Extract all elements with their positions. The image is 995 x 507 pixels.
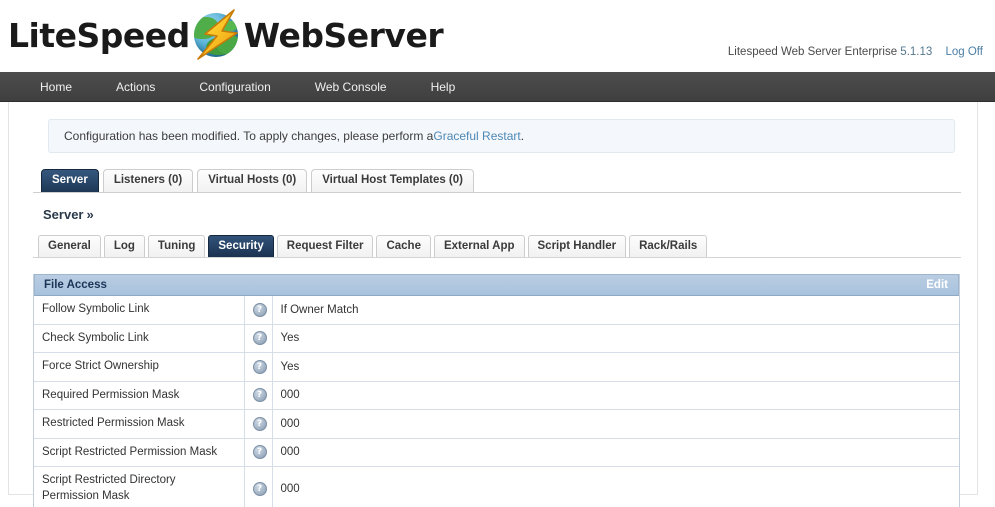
- table-row: Script Restricted Directory Permission M…: [34, 466, 959, 507]
- page-header: LiteSpeed WebServer Litespeed Web Server…: [0, 0, 995, 72]
- help-icon[interactable]: ?: [252, 302, 267, 317]
- table-row: Check Symbolic Link ? Yes: [34, 324, 959, 353]
- row-label: Restricted Permission Mask: [34, 409, 245, 439]
- file-access-section: File Access Edit Follow Symbolic Link ? …: [33, 274, 960, 507]
- row-value: 000: [280, 389, 300, 402]
- table-body: Follow Symbolic Link ? If Owner Match Ch…: [34, 296, 959, 507]
- row-help-cell: ?: [244, 381, 273, 410]
- tab-virtual-hosts[interactable]: Virtual Hosts (0): [197, 169, 308, 192]
- help-icon[interactable]: ?: [252, 331, 267, 346]
- primary-tab-bar: Server Listeners (0) Virtual Hosts (0) V…: [33, 169, 961, 193]
- product-version-bar: Litespeed Web Server Enterprise 5.1.13 L…: [728, 46, 983, 58]
- product-name: Litespeed Web Server Enterprise: [727, 46, 898, 58]
- breadcrumb-label: Server: [43, 207, 84, 222]
- row-value: 000: [280, 446, 300, 459]
- help-icon[interactable]: ?: [252, 388, 267, 403]
- config-modified-notice: Configuration has been modified. To appl…: [48, 119, 955, 153]
- edit-link[interactable]: Edit: [926, 279, 948, 291]
- subtab-security[interactable]: Security: [208, 235, 274, 257]
- table-row: Required Permission Mask ? 000: [34, 381, 959, 410]
- table-row: Force Strict Ownership ? Yes: [34, 352, 959, 382]
- file-access-table: Follow Symbolic Link ? If Owner Match Ch…: [34, 296, 959, 507]
- row-label: Follow Symbolic Link: [34, 296, 245, 325]
- help-icon[interactable]: ?: [252, 481, 267, 496]
- breadcrumb: Server»: [43, 207, 961, 222]
- subtab-rack-rails[interactable]: Rack/Rails: [629, 235, 708, 257]
- log-off-link[interactable]: Log Off: [945, 46, 983, 58]
- row-label: Required Permission Mask: [34, 381, 245, 410]
- subtab-log[interactable]: Log: [103, 235, 145, 257]
- graceful-restart-link[interactable]: Graceful Restart: [433, 129, 520, 143]
- row-help-cell: ?: [244, 352, 273, 382]
- nav-item-home[interactable]: Home: [18, 72, 94, 102]
- row-help-cell: ?: [244, 409, 273, 439]
- row-label: Script Restricted Directory Permission M…: [34, 466, 245, 507]
- row-help-cell: ?: [244, 438, 273, 467]
- row-help-cell: ?: [244, 296, 273, 325]
- litespeed-globe-bolt-logo: [186, 7, 248, 63]
- content-panel: Configuration has been modified. To appl…: [8, 102, 978, 507]
- subtab-external-app[interactable]: External App: [433, 235, 525, 257]
- sub-tab-bar: General Log Tuning Security Request Filt…: [33, 235, 961, 258]
- row-value: If Owner Match: [280, 303, 359, 316]
- row-label: Script Restricted Permission Mask: [34, 438, 245, 467]
- row-value: 000: [280, 482, 300, 495]
- logo-text-left: LiteSpeed: [8, 15, 190, 55]
- tab-virtual-host-templates[interactable]: Virtual Host Templates (0): [311, 169, 474, 192]
- row-value: Yes: [280, 332, 300, 345]
- subtab-general[interactable]: General: [38, 235, 101, 257]
- subtab-tuning[interactable]: Tuning: [147, 235, 206, 257]
- row-value: 000: [280, 417, 300, 430]
- notice-text-after: .: [520, 129, 525, 143]
- table-row: Script Restricted Permission Mask ? 000: [34, 438, 959, 467]
- logo-text-right: WebServer: [243, 15, 444, 55]
- chevron-right-icon: »: [86, 207, 94, 222]
- notice-text-before: Configuration has been modified. To appl…: [64, 129, 434, 143]
- lightning-bolt-icon: [196, 9, 238, 60]
- row-label: Force Strict Ownership: [34, 352, 245, 382]
- nav-item-help[interactable]: Help: [409, 72, 478, 102]
- row-value: Yes: [280, 360, 300, 373]
- version-number: 5.1.13: [900, 46, 933, 58]
- tab-listeners[interactable]: Listeners (0): [102, 169, 194, 192]
- help-icon[interactable]: ?: [252, 445, 267, 460]
- tab-server[interactable]: Server: [41, 169, 99, 192]
- row-label: Check Symbolic Link: [34, 324, 245, 353]
- section-header: File Access Edit: [34, 274, 959, 296]
- subtab-script-handler[interactable]: Script Handler: [527, 235, 627, 257]
- nav-item-configuration[interactable]: Configuration: [177, 72, 292, 102]
- row-help-cell: ?: [244, 324, 273, 353]
- brand-logo: LiteSpeed WebServer: [8, 4, 444, 66]
- table-row: Follow Symbolic Link ? If Owner Match: [34, 296, 959, 325]
- nav-item-actions[interactable]: Actions: [94, 72, 177, 102]
- section-title: File Access: [44, 279, 107, 291]
- main-navigation: Home Actions Configuration Web Console H…: [0, 72, 995, 102]
- subtab-request-filter[interactable]: Request Filter: [276, 235, 374, 257]
- nav-item-web-console[interactable]: Web Console: [293, 72, 409, 102]
- page-body: Configuration has been modified. To appl…: [0, 102, 995, 507]
- table-row: Restricted Permission Mask ? 000: [34, 409, 959, 439]
- row-help-cell: ?: [244, 466, 273, 507]
- subtab-cache[interactable]: Cache: [376, 235, 431, 257]
- help-icon[interactable]: ?: [252, 416, 267, 431]
- help-icon[interactable]: ?: [252, 359, 267, 374]
